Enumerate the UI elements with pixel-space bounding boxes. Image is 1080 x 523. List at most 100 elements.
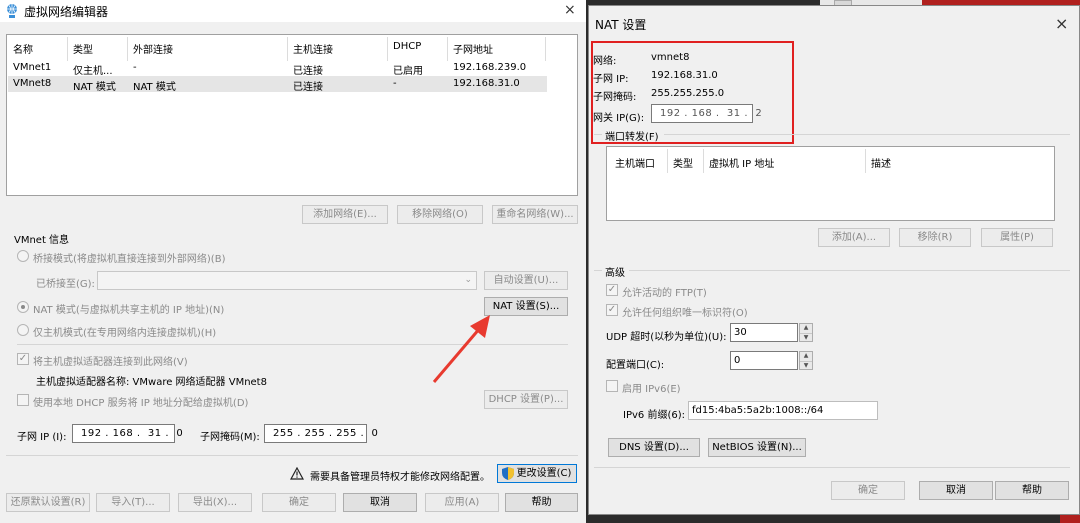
host-only-label: 仅主机模式(在专用网络内连接虚拟机)(H) (33, 328, 217, 339)
config-port-input[interactable]: 0 (730, 351, 798, 370)
ipv6-prefix-label: IPv6 前缀(6): (623, 410, 685, 421)
port-properties-button[interactable]: 属性(P) (981, 228, 1053, 247)
column-divider (287, 37, 288, 61)
advanced-title: 高级 (605, 268, 625, 279)
cell-name: VMnet1 (13, 62, 52, 73)
col-header-vm-ip[interactable]: 虚拟机 IP 地址 (709, 155, 774, 170)
ipv6-prefix-field[interactable]: fd15:4ba5:5a2b:1008::/64 (688, 401, 878, 420)
chevron-down-icon[interactable]: ▼ (800, 333, 812, 341)
allow-ftp-checkbox[interactable]: ✓ (606, 284, 618, 296)
rename-network-button[interactable]: 重命名网络(W)... (492, 205, 578, 224)
ok-button[interactable]: 确定 (262, 493, 336, 512)
title-bar: 虚拟网络编辑器 × (0, 0, 588, 22)
bridged-to-select[interactable]: ⌄ (97, 271, 477, 290)
col-header-dhcp[interactable]: DHCP (393, 41, 421, 52)
add-port-button[interactable]: 添加(A)... (818, 228, 890, 247)
virtual-network-editor-window: 虚拟网络编辑器 × 名称 类型 外部连接 主机连接 DHCP 子网地址 VMne… (0, 0, 588, 523)
restore-defaults-button[interactable]: 还原默认设置(R) (6, 493, 90, 512)
divider (594, 270, 602, 271)
divider (6, 455, 578, 456)
remove-port-button[interactable]: 移除(R) (899, 228, 971, 247)
allow-oui-checkbox[interactable]: ✓ (606, 304, 618, 316)
bridge-mode-label: 桥接模式(将虚拟机直接连接到外部网络)(B) (33, 254, 226, 265)
bridged-to-label: 已桥接至(G): (36, 279, 95, 290)
netbios-settings-button[interactable]: NetBIOS 设置(N)... (708, 438, 806, 457)
host-only-radio[interactable] (17, 324, 29, 336)
enable-ipv6-label: 启用 IPv6(E) (622, 384, 681, 395)
export-button[interactable]: 导出(X)... (178, 493, 252, 512)
cancel-button[interactable]: 取消 (343, 493, 417, 512)
column-divider (387, 37, 388, 61)
bridge-mode-radio[interactable] (17, 250, 29, 262)
divider (629, 270, 1070, 271)
red-arrow-annotation (432, 315, 490, 383)
change-settings-label: 更改设置(C) (516, 468, 572, 479)
column-divider (865, 149, 866, 173)
adapter-name-text: 主机虚拟适配器名称: VMware 网络适配器 VMnet8 (36, 377, 267, 388)
subnet-ip-label: 子网 IP (I): (17, 432, 67, 443)
add-network-button[interactable]: 添加网络(E)... (302, 205, 388, 224)
cancel-button[interactable]: 取消 (919, 481, 993, 500)
shield-icon (502, 467, 514, 480)
connect-adapter-label: 将主机虚拟适配器连接到此网络(V) (33, 357, 188, 368)
apply-button[interactable]: 应用(A) (425, 493, 499, 512)
close-icon[interactable]: × (564, 2, 576, 18)
cell-type: 仅主机... (73, 66, 113, 77)
local-dhcp-checkbox[interactable] (17, 394, 29, 406)
config-port-spinner[interactable]: ▲ ▼ (799, 351, 813, 370)
admin-warning-text: 需要具备管理员特权才能修改网络配置。 (310, 472, 490, 483)
cell-external: - (133, 62, 137, 73)
col-header-host-port[interactable]: 主机端口 (615, 155, 655, 170)
nat-mode-radio[interactable] (17, 301, 29, 313)
column-divider (447, 37, 448, 61)
col-header-host[interactable]: 主机连接 (293, 41, 333, 56)
divider (664, 134, 1070, 135)
column-divider (667, 149, 668, 173)
dns-settings-button[interactable]: DNS 设置(D)... (608, 438, 700, 457)
port-forward-list[interactable]: 主机端口 类型 虚拟机 IP 地址 描述 (606, 146, 1055, 221)
chevron-down-icon: ⌄ (464, 275, 472, 285)
column-divider (703, 149, 704, 173)
ok-button[interactable]: 确定 (831, 481, 905, 500)
dhcp-settings-button[interactable]: DHCP 设置(P)... (484, 390, 568, 409)
col-header-type[interactable]: 类型 (673, 155, 693, 170)
cell-host: 已连接 (293, 82, 323, 93)
chevron-down-icon[interactable]: ▼ (800, 361, 812, 369)
nat-mode-label: NAT 模式(与虚拟机共享主机的 IP 地址)(N) (33, 305, 225, 316)
divider (594, 467, 1070, 468)
network-list[interactable]: 名称 类型 外部连接 主机连接 DHCP 子网地址 VMnet1 仅主机... … (6, 34, 578, 196)
help-button[interactable]: 帮助 (505, 493, 578, 512)
subnet-mask-label: 子网掩码(M): (200, 432, 260, 443)
cell-subnet: 192.168.239.0 (453, 62, 527, 73)
cell-external: NAT 模式 (133, 82, 176, 93)
col-header-name[interactable]: 名称 (13, 41, 33, 56)
table-row[interactable]: VMnet1 仅主机... - 已连接 已启用 192.168.239.0 (8, 60, 547, 77)
col-header-subnet[interactable]: 子网地址 (453, 41, 493, 56)
table-row[interactable]: VMnet8 NAT 模式 NAT 模式 已连接 - 192.168.31.0 (8, 76, 547, 93)
column-divider (545, 37, 546, 61)
subnet-mask-field[interactable]: 255 . 255 . 255 . 0 (264, 424, 378, 443)
close-icon[interactable]: × (1055, 14, 1068, 33)
col-header-description[interactable]: 描述 (871, 155, 891, 170)
help-button[interactable]: 帮助 (995, 481, 1069, 500)
col-header-type[interactable]: 类型 (73, 41, 93, 56)
change-settings-button[interactable]: 更改设置(C) (497, 464, 577, 483)
connect-adapter-checkbox[interactable]: ✓ (17, 353, 29, 365)
udp-timeout-spinner[interactable]: ▲ ▼ (799, 323, 813, 342)
chevron-up-icon[interactable]: ▲ (800, 324, 812, 332)
divider (594, 134, 602, 135)
import-button[interactable]: 导入(T)... (96, 493, 170, 512)
cell-host: 已连接 (293, 66, 323, 77)
cell-subnet: 192.168.31.0 (453, 78, 520, 89)
chevron-up-icon[interactable]: ▲ (800, 352, 812, 360)
column-divider (127, 37, 128, 61)
col-header-external[interactable]: 外部连接 (133, 41, 173, 56)
enable-ipv6-checkbox[interactable] (606, 380, 618, 392)
udp-timeout-input[interactable]: 30 (730, 323, 798, 342)
window-title: 虚拟网络编辑器 (24, 5, 109, 19)
config-port-label: 配置端口(C): (606, 360, 665, 371)
allow-ftp-label: 允许活动的 FTP(T) (622, 288, 707, 299)
auto-settings-button[interactable]: 自动设置(U)... (484, 271, 568, 290)
subnet-ip-field[interactable]: 192 . 168 . 31 . 0 (72, 424, 183, 443)
remove-network-button[interactable]: 移除网络(O) (397, 205, 483, 224)
